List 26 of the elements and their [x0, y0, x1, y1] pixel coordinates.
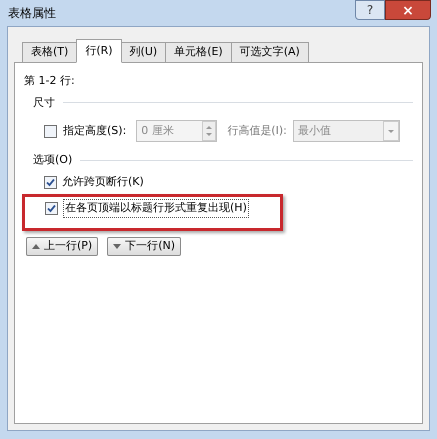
spinner-arrows-icon	[202, 121, 216, 141]
checkbox-label: 允许跨页断行(K)	[62, 174, 144, 190]
tab[interactable]: 表格(T)	[22, 42, 78, 63]
checkmark-icon	[47, 204, 56, 213]
select-value: 最小值	[298, 122, 331, 139]
field-label: 行高值是(I):	[227, 122, 287, 139]
checkbox[interactable]	[45, 202, 58, 215]
section-heading: 选项(O)	[33, 152, 72, 168]
triangle-up-icon	[32, 244, 40, 248]
section-heading: 尺寸	[33, 94, 55, 110]
checkbox[interactable]	[44, 176, 57, 189]
checkmark-icon	[46, 178, 55, 187]
nav-button[interactable]: 下一行(N)	[107, 236, 182, 256]
checkbox-label: 在各页顶端以标题行形式重复出现(H)	[63, 199, 249, 218]
checkbox-label: 指定高度(S):	[63, 122, 126, 139]
tab[interactable]: 可选文字(A)	[230, 42, 309, 63]
rows-label: 第 1-2 行:	[24, 73, 76, 89]
checkbox[interactable]	[44, 124, 57, 138]
field-value: 0 厘米	[141, 122, 174, 139]
close-button[interactable]: ×	[385, 0, 431, 20]
tab[interactable]: 行(R)	[76, 39, 122, 63]
nav-button[interactable]: 上一行(P)	[26, 236, 98, 256]
help-button[interactable]: ?	[355, 0, 385, 20]
tab[interactable]: 单元格(E)	[165, 42, 232, 63]
window-title: 表格属性	[8, 5, 56, 22]
triangle-down-icon	[113, 244, 122, 248]
